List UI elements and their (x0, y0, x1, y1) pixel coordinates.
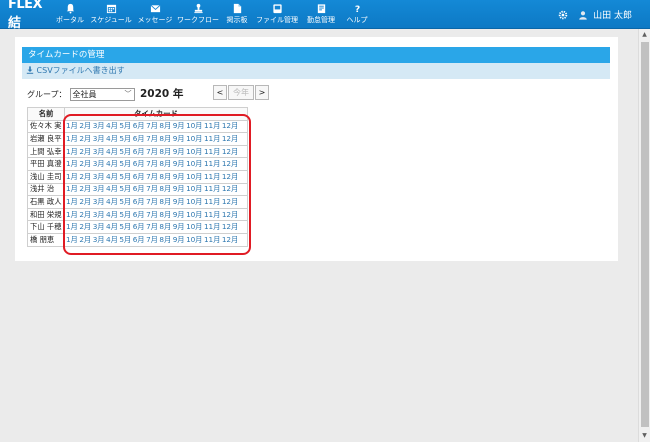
nav-help[interactable]: ? ヘルプ (342, 0, 372, 29)
scroll-down-arrow-icon[interactable]: ▼ (639, 430, 650, 441)
year-navigation: < 今年 > (213, 85, 269, 100)
employee-name: 上間 弘幸 (27, 144, 65, 159)
panel-title: タイムカードの管理 (22, 47, 610, 63)
question-icon: ? (354, 4, 359, 14)
download-icon[interactable] (26, 64, 34, 80)
nav-workflow[interactable]: ワークフロー (176, 0, 220, 29)
scroll-up-arrow-icon[interactable]: ▲ (639, 29, 650, 40)
nav-portal-label: ポータル (56, 16, 84, 24)
nav-portal[interactable]: ポータル (52, 0, 88, 29)
employee-name: 浅山 圭司 (27, 169, 65, 184)
vertical-scrollbar[interactable]: ▲ ▼ (638, 29, 650, 442)
svg-text:?: ? (354, 4, 359, 14)
chevron-down-icon: ﹀ (124, 90, 132, 98)
group-filter: グループ： 全社員 ﹀ (27, 87, 135, 101)
folder-icon (272, 4, 282, 14)
employee-name: 浅井 治 (27, 182, 65, 197)
employee-name: 和田 栄規 (27, 207, 65, 222)
user-icon (578, 10, 588, 20)
group-select[interactable]: 全社員 ﹀ (69, 87, 135, 101)
nav-files[interactable]: ファイル管理 (254, 0, 300, 29)
user-name[interactable]: 山田 太郎 (593, 8, 632, 21)
employee-name: 下山 千穂 (27, 220, 65, 234)
nav-workflow-label: ワークフロー (177, 16, 219, 24)
employee-name: 佐々木 実 (27, 119, 65, 134)
group-label: グループ： (27, 89, 67, 99)
nav-attendance-label: 勤怠管理 (307, 16, 335, 24)
employee-name: 平田 真澄 (27, 157, 65, 171)
app-logo[interactable]: FLEX結 (0, 0, 52, 31)
employee-name: 橋 朋恵 (27, 232, 65, 247)
main-content: タイムカードの管理 CSVファイルへ書き出す グループ： 全社員 ﹀ 2020 … (15, 37, 618, 261)
nav-attendance[interactable]: 勤怠管理 (300, 0, 342, 29)
top-navigation-bar: FLEX結 ポータル スケジュール メッセージ ワークフロー 掲示板 ファイル管… (0, 0, 650, 31)
document-icon (233, 3, 241, 14)
stamp-icon (193, 3, 203, 14)
year-label: 2020 年 (140, 88, 184, 100)
nav-message[interactable]: メッセージ (134, 0, 176, 29)
clipboard-icon (317, 4, 325, 14)
nav-message-label: メッセージ (137, 16, 173, 24)
user-area: 山田 太郎 (558, 0, 632, 29)
calendar-icon (106, 4, 116, 14)
gear-icon[interactable] (558, 10, 568, 20)
nav-files-label: ファイル管理 (256, 16, 298, 24)
nav-board[interactable]: 掲示板 (220, 0, 254, 29)
csv-export-bar: CSVファイルへ書き出す (22, 63, 610, 79)
nav-board-label: 掲示板 (226, 16, 248, 24)
scrollbar-thumb[interactable] (641, 42, 649, 427)
employee-name: 石黒 政人 (27, 195, 65, 209)
nav-help-label: ヘルプ (346, 16, 368, 24)
csv-export-link[interactable]: CSVファイルへ書き出す (37, 66, 125, 75)
group-select-value: 全社員 (72, 89, 97, 99)
envelope-icon (150, 4, 160, 13)
name-column-header: 名前 (27, 107, 65, 121)
highlight-annotation (63, 114, 251, 255)
next-year-button[interactable]: > (255, 85, 269, 100)
bell-icon (66, 3, 74, 14)
nav-schedule-label: スケジュール (90, 16, 132, 24)
employee-name: 岩瀬 良平 (27, 132, 65, 146)
nav-schedule[interactable]: スケジュール (88, 0, 134, 29)
prev-year-button[interactable]: < (213, 85, 227, 100)
this-year-button[interactable]: 今年 (228, 85, 254, 100)
